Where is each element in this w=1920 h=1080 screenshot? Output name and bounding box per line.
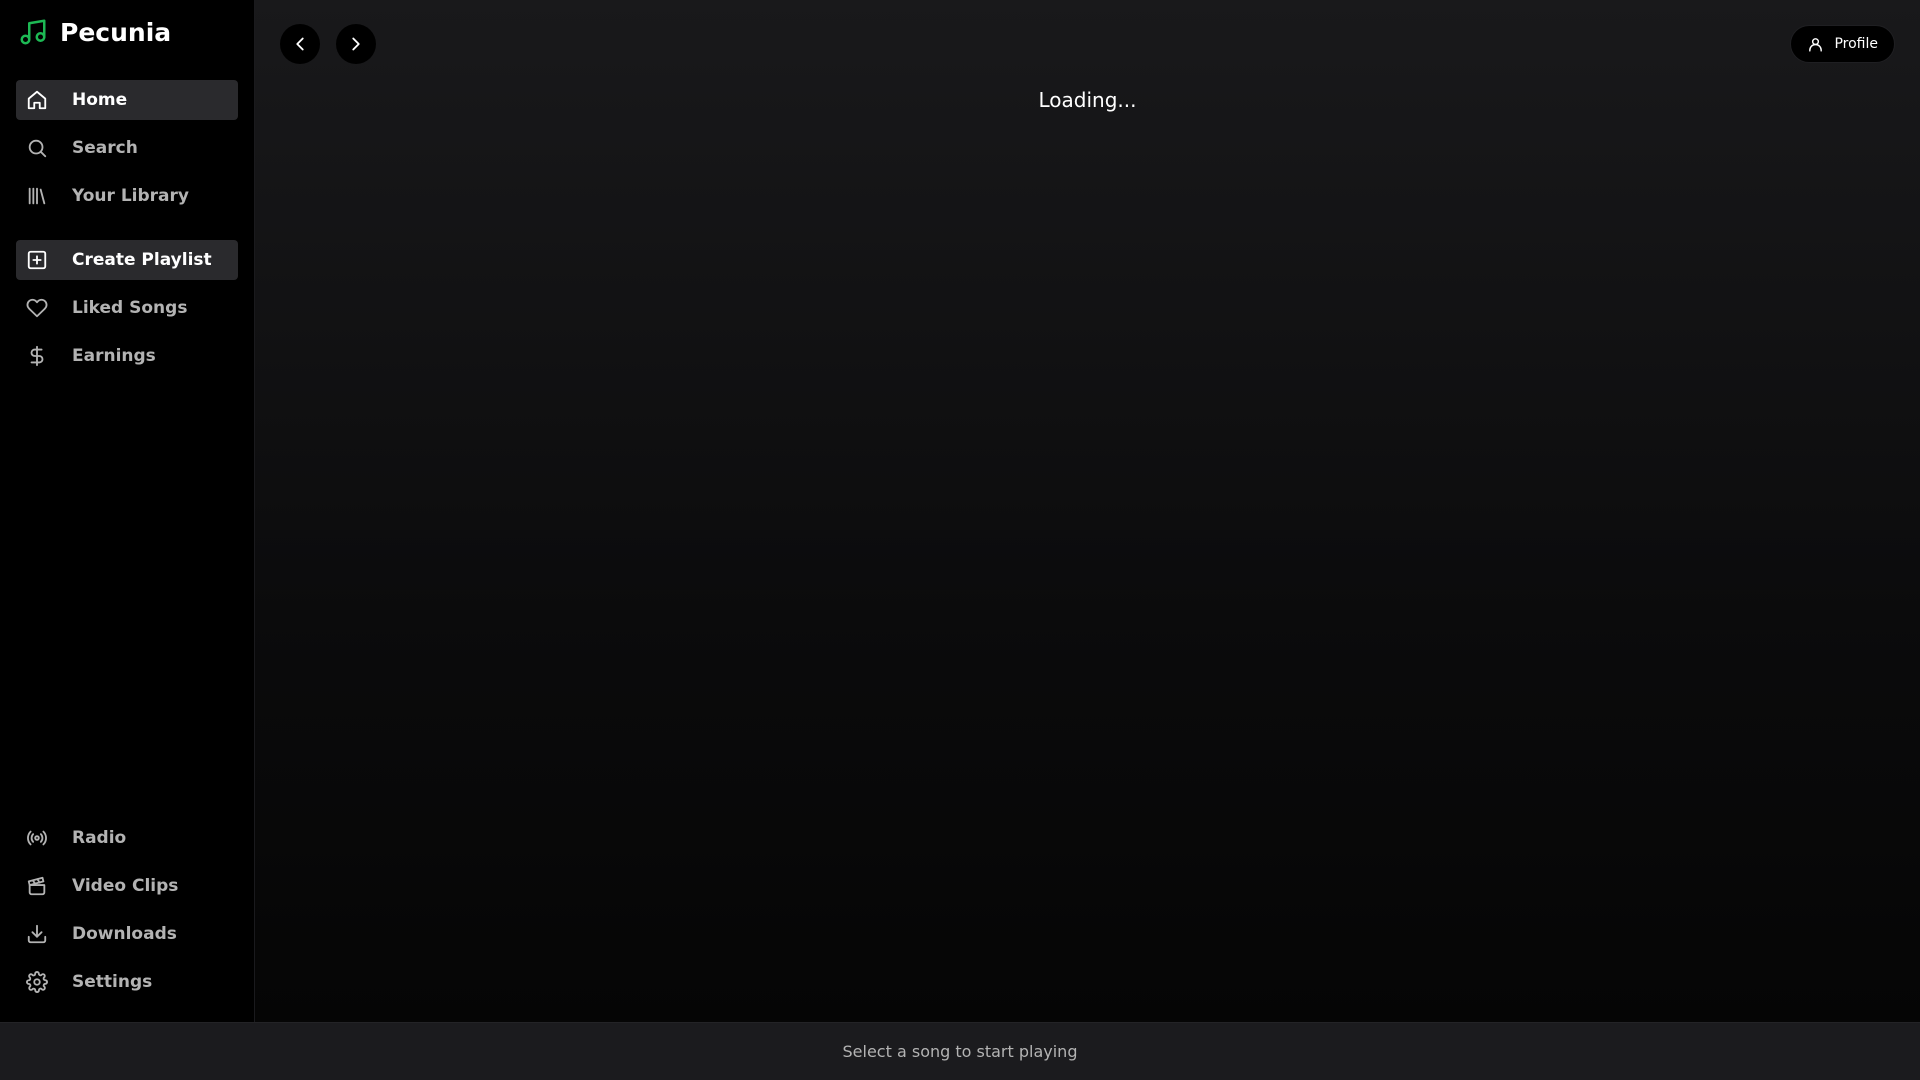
sidebar-item-search[interactable]: Search xyxy=(16,128,238,168)
sidebar-item-label: Settings xyxy=(72,972,153,992)
sidebar-item-settings[interactable]: Settings xyxy=(16,962,238,1002)
music-note-icon xyxy=(20,19,46,45)
sidebar-item-create-playlist[interactable]: Create Playlist xyxy=(16,240,238,280)
profile-label: Profile xyxy=(1834,36,1878,52)
search-icon xyxy=(25,136,49,160)
clapperboard-icon xyxy=(25,874,49,898)
forward-button[interactable] xyxy=(336,24,376,64)
plus-square-icon xyxy=(25,248,49,272)
user-icon xyxy=(1809,37,1823,52)
loading-text: Loading... xyxy=(1038,88,1137,112)
brand[interactable]: Pecunia xyxy=(0,0,254,64)
primary-nav: Home Search Your Library Create Playlist… xyxy=(0,64,254,384)
sidebar-item-radio[interactable]: Radio xyxy=(16,818,238,858)
player-bar: Select a song to start playing xyxy=(0,1022,1920,1080)
main-content: Profile Loading... xyxy=(255,0,1920,1022)
download-icon xyxy=(25,922,49,946)
library-icon xyxy=(25,184,49,208)
profile-button[interactable]: Profile xyxy=(1790,25,1895,63)
sidebar-item-library[interactable]: Your Library xyxy=(16,176,238,216)
heart-icon xyxy=(25,296,49,320)
sidebar-item-label: Liked Songs xyxy=(72,298,188,318)
sidebar: Pecunia Home Search Your Library Create … xyxy=(0,0,255,1022)
sidebar-item-label: Downloads xyxy=(72,924,177,944)
gear-icon xyxy=(25,970,49,994)
sidebar-item-label: Search xyxy=(72,138,138,158)
sidebar-item-label: Video Clips xyxy=(72,876,179,896)
sidebar-item-home[interactable]: Home xyxy=(16,80,238,120)
sidebar-item-label: Create Playlist xyxy=(72,250,212,270)
radio-icon xyxy=(25,826,49,850)
bottom-nav: Radio Video Clips Downloads Settings xyxy=(0,818,254,1022)
back-button[interactable] xyxy=(280,24,320,64)
home-icon xyxy=(25,88,49,112)
chevron-left-icon xyxy=(296,37,304,51)
sidebar-item-video-clips[interactable]: Video Clips xyxy=(16,866,238,906)
sidebar-item-liked-songs[interactable]: Liked Songs xyxy=(16,288,238,328)
sidebar-item-label: Earnings xyxy=(72,346,156,366)
brand-name: Pecunia xyxy=(60,17,172,47)
sidebar-item-label: Home xyxy=(72,90,128,110)
sidebar-item-downloads[interactable]: Downloads xyxy=(16,914,238,954)
sidebar-item-label: Radio xyxy=(72,828,127,848)
sidebar-item-label: Your Library xyxy=(72,186,189,206)
dollar-icon xyxy=(25,344,49,368)
sidebar-item-earnings[interactable]: Earnings xyxy=(16,336,238,376)
topbar: Profile xyxy=(255,0,1920,88)
chevron-right-icon xyxy=(352,37,360,51)
app-root: Pecunia Home Search Your Library Create … xyxy=(0,0,1920,1080)
player-status-text: Select a song to start playing xyxy=(842,1042,1078,1061)
